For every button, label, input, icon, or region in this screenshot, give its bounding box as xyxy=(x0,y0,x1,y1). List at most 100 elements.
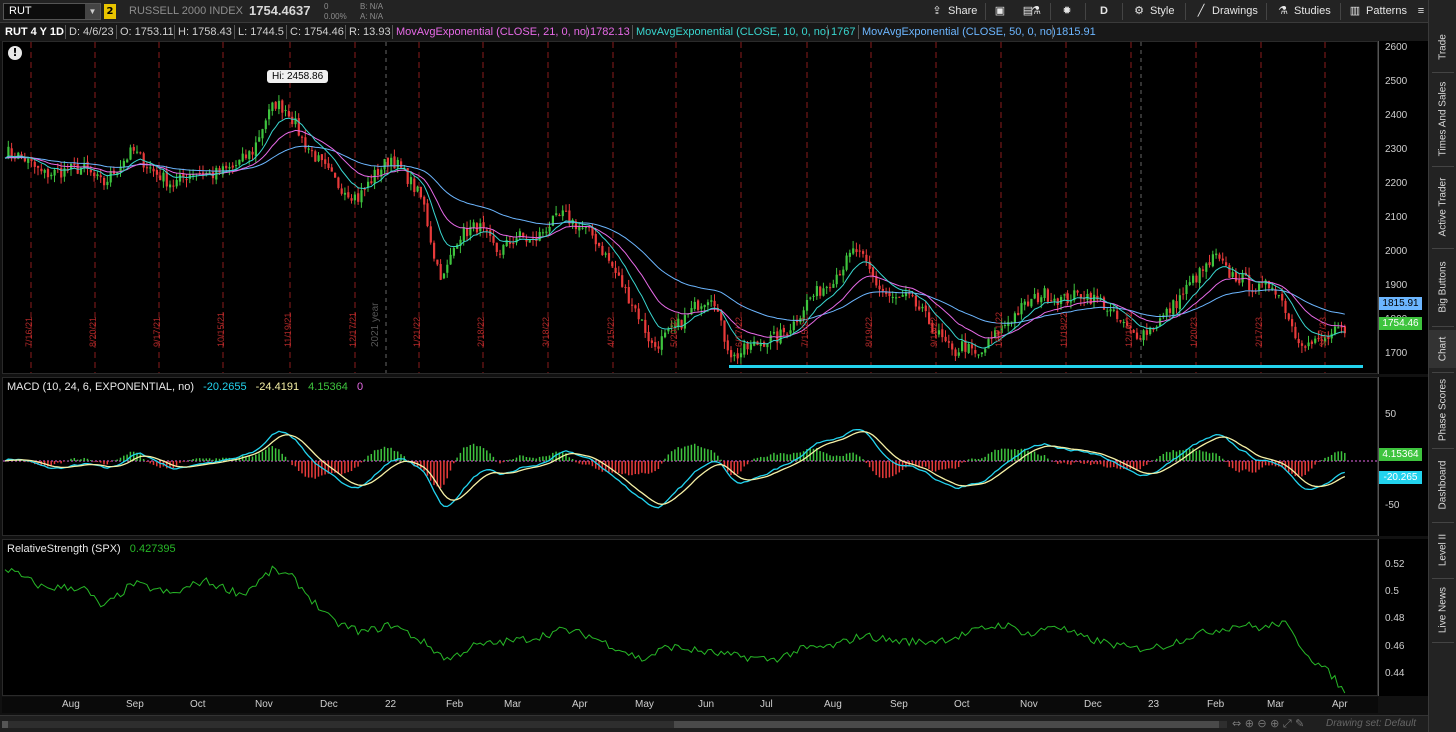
time-axis-label: Mar xyxy=(504,699,522,710)
candle-body xyxy=(152,168,155,172)
candle-body xyxy=(337,177,340,188)
candle-body xyxy=(393,156,396,169)
price-chart[interactable] xyxy=(3,42,1378,374)
candle-body xyxy=(310,150,314,152)
chart-instrument[interactable]: RUT 4 Y 1D xyxy=(5,26,64,38)
candle-body xyxy=(1069,301,1073,303)
close-price-tag: 1754.46 xyxy=(1379,317,1422,330)
rs-title[interactable]: RelativeStrength (SPX) xyxy=(7,543,121,555)
sidebar-item-label: Dashboard xyxy=(1437,460,1449,510)
candle-body xyxy=(1291,319,1294,327)
candle-body xyxy=(1271,287,1274,290)
candle-body xyxy=(376,169,380,176)
ema21-label[interactable]: MovAvgExponential (CLOSE, 21, 0, no) xyxy=(396,26,590,38)
percent-change: 0.00% xyxy=(324,12,347,21)
candle-body xyxy=(1017,312,1020,316)
candle-body xyxy=(254,142,257,157)
symbol-input[interactable]: RUT ▼ xyxy=(3,3,101,20)
candle-body xyxy=(492,236,495,243)
candle-body xyxy=(1063,294,1066,296)
candle-body xyxy=(1228,265,1231,278)
candle-body xyxy=(1297,338,1300,344)
candle-body xyxy=(383,159,386,170)
candle-body xyxy=(891,296,894,298)
macd-title[interactable]: MACD (10, 24, 6, EXPONENTIAL, no) xyxy=(7,381,194,393)
rs-axis[interactable]: 0.52 0.5 0.48 0.46 0.44 xyxy=(1378,539,1428,696)
candle-body xyxy=(1172,300,1175,315)
candle-body xyxy=(244,154,248,159)
macd-zero: 0 xyxy=(356,381,364,393)
relative-strength-pane[interactable]: RelativeStrength (SPX) 0.427395 xyxy=(2,539,1378,696)
horizontal-scrollbar[interactable] xyxy=(2,721,1227,728)
alert-icon[interactable]: ! xyxy=(8,46,22,60)
macd-value-tag: -20.265 xyxy=(1379,471,1422,484)
candle-body xyxy=(452,248,455,256)
candle-body xyxy=(218,168,221,173)
event-date-label: 2/18/22 xyxy=(476,316,486,347)
candle-body xyxy=(208,172,211,174)
divider xyxy=(174,25,175,39)
relative-strength-chart[interactable] xyxy=(3,540,1378,696)
drawings-button[interactable]: ╱ Drawings xyxy=(1194,3,1258,20)
divider xyxy=(985,3,986,20)
sidebar-item-dashboard[interactable]: Dashboard xyxy=(1429,452,1456,518)
share-button[interactable]: ⇪ Share xyxy=(930,3,977,20)
chevron-down-icon[interactable]: ▼ xyxy=(85,4,100,19)
candle-body xyxy=(400,161,403,168)
ema21-value: 1782.13 xyxy=(590,26,630,38)
patterns-button[interactable]: ▥ Patterns xyxy=(1348,3,1407,20)
settings-button[interactable]: ✹ xyxy=(1060,3,1078,20)
divider xyxy=(1432,166,1454,167)
sidebar-item-active-trader[interactable]: Active Trader xyxy=(1429,170,1456,244)
ema10-label[interactable]: MovAvgExponential (CLOSE, 10, 0, no) xyxy=(636,26,830,38)
price-pane[interactable]: ! Hi: 2458.86 7/16/21 8/20/21 9/17/21 10/15… xyxy=(2,41,1378,374)
timeframe-button[interactable]: D xyxy=(1100,3,1108,20)
sidebar-item-label: Phase Scores xyxy=(1437,378,1449,442)
candle-body xyxy=(664,332,667,338)
flask-button[interactable]: ⚗ xyxy=(1029,3,1047,20)
bar-low: L: 1744.5 xyxy=(238,26,284,38)
candle-body xyxy=(941,329,944,338)
macd-pane[interactable]: MACD (10, 24, 6, EXPONENTIAL, no) -20.26… xyxy=(2,377,1378,536)
divider xyxy=(116,25,117,39)
time-axis[interactable]: Aug Sep Oct Nov Dec 22 Feb Mar Apr May Jun Jul Aug Se… xyxy=(2,697,1378,713)
style-button[interactable]: ⚙ Style xyxy=(1132,3,1174,20)
time-axis-label: 23 xyxy=(1148,699,1160,710)
style-label: Style xyxy=(1150,5,1175,17)
sidebar-item-times-and-sales[interactable]: Times And Sales xyxy=(1429,76,1456,162)
candle-body xyxy=(10,148,13,157)
bottom-bar: ⇔ ⊕ ⊖ ⊕ ⤢ ✎ Drawing set: Default xyxy=(0,715,1428,732)
ema50-label[interactable]: MovAvgExponential (CLOSE, 50, 0, no) xyxy=(862,26,1056,38)
zoom-controls-icon[interactable]: ⇔ ⊕ ⊖ ⊕ ⤢ ✎ xyxy=(1232,717,1304,731)
candle-body xyxy=(545,231,548,233)
sidebar-item-label: Level II xyxy=(1437,533,1449,567)
candle-body xyxy=(895,297,898,299)
candle-body xyxy=(185,179,188,181)
candle-body xyxy=(93,172,96,177)
sidebar-item-chart[interactable]: Chart xyxy=(1429,330,1456,368)
sidebar-item-level-ii[interactable]: Level II xyxy=(1429,526,1456,574)
scroll-left-icon[interactable] xyxy=(2,721,8,728)
sidebar-item-live-news[interactable]: Live News xyxy=(1429,582,1456,638)
drawing-set-label[interactable]: Drawing set: Default xyxy=(1326,718,1416,729)
candle-body xyxy=(914,295,917,307)
candle-body xyxy=(845,255,848,270)
macd-avg: -24.4191 xyxy=(255,381,300,393)
candle-body xyxy=(340,188,343,194)
macd-chart[interactable] xyxy=(3,378,1378,536)
candle-body xyxy=(429,226,432,243)
candle-body xyxy=(1046,289,1049,302)
scrollbar-thumb[interactable] xyxy=(674,721,1219,728)
candle-body xyxy=(763,342,766,347)
candle-body xyxy=(782,327,785,333)
candle-body xyxy=(1116,310,1119,319)
sidebar-item-trade[interactable]: Trade xyxy=(1429,26,1456,68)
sidebar-item-big-buttons[interactable]: Big Buttons xyxy=(1429,252,1456,322)
divider xyxy=(586,25,587,39)
ask-value: A: N/A xyxy=(360,12,384,21)
sidebar-item-phase-scores[interactable]: Phase Scores xyxy=(1429,376,1456,444)
event-date-label: 1/21/22 xyxy=(412,316,422,347)
screenshot-button[interactable]: ▣ xyxy=(993,3,1011,20)
link-group-badge[interactable]: 2 xyxy=(104,4,116,19)
studies-button[interactable]: ⚗ Studies xyxy=(1276,3,1331,20)
